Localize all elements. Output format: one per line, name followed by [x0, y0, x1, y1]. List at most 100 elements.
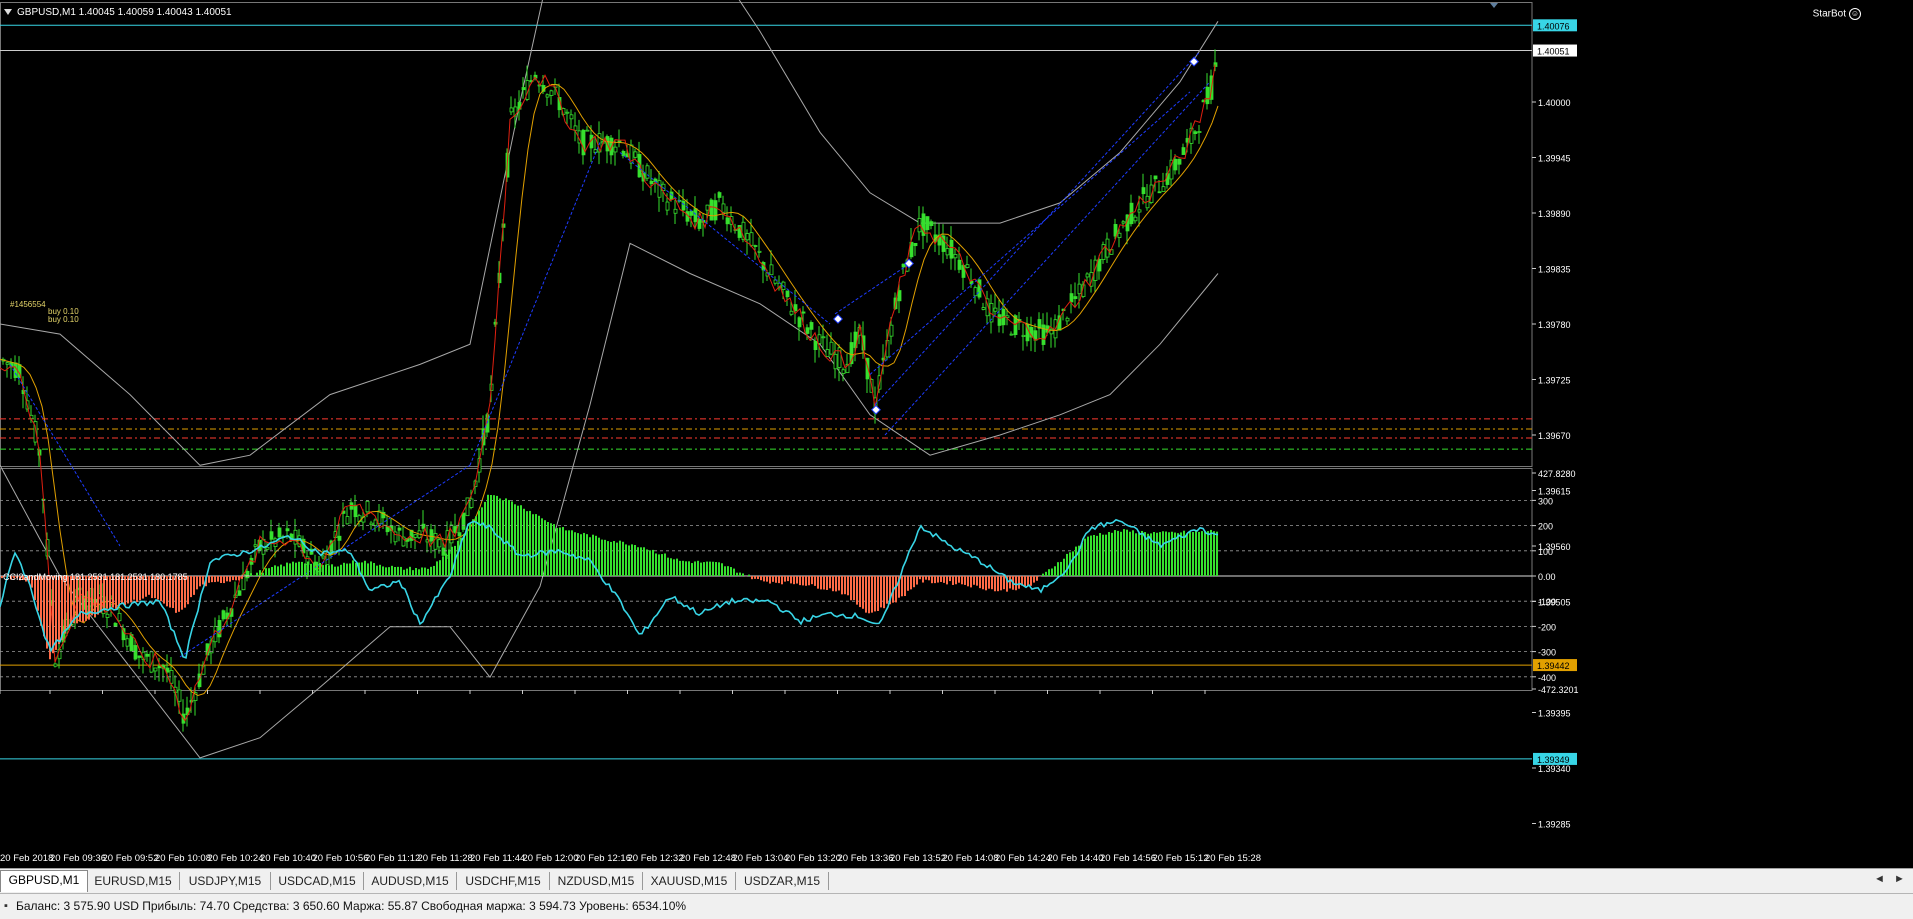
candle-body: [981, 307, 986, 310]
candle-body: [725, 217, 730, 225]
candle-body: [373, 519, 378, 526]
candle-body: [509, 107, 514, 113]
time-axis-label: 20 Feb 14:40: [1048, 853, 1104, 864]
time-axis-label: 20 Feb 11:12: [365, 853, 420, 864]
price-tag-label: 1.40076: [1537, 21, 1570, 31]
trade-arrow-icon: [833, 314, 843, 324]
candle-body: [793, 304, 798, 312]
tab-xauusd-m15[interactable]: XAUUSD,M15: [643, 872, 736, 890]
time-axis-label: 20 Feb 09:52: [103, 853, 159, 864]
time-axis-label: 20 Feb 10:40: [260, 853, 316, 864]
candle-body: [253, 544, 258, 547]
candle-body: [237, 590, 242, 596]
candle-body: [569, 114, 574, 120]
candle-body: [285, 528, 290, 532]
scroll-left-icon[interactable]: ◄: [1874, 873, 1885, 885]
candle-body: [617, 140, 622, 143]
tab-nzdusd-m15[interactable]: NZDUSD,M15: [550, 872, 643, 890]
time-axis-label: 20 Feb 13:20: [785, 853, 841, 864]
time-axis-label: 20 Feb 14:08: [943, 853, 999, 864]
main-frame: [0, 2, 1533, 467]
time-axis-label: 20 Feb 13:52: [890, 853, 946, 864]
candle-body: [1173, 158, 1178, 171]
tab-audusd-m15[interactable]: AUDUSD,M15: [364, 872, 457, 890]
price-axis-label: 1.39835: [1538, 265, 1571, 275]
candle-body: [353, 504, 358, 518]
candle-body: [721, 203, 726, 213]
upper-band-line: [0, 0, 1219, 466]
price-axis-label: 1.39340: [1538, 764, 1571, 774]
candle-body: [697, 218, 702, 229]
candle-body: [657, 180, 662, 198]
candle-body: [841, 369, 846, 374]
candle-body: [913, 242, 918, 247]
cci-axis-label: -200: [1538, 622, 1556, 632]
candle-body: [789, 310, 794, 315]
candle-body: [713, 200, 718, 221]
price-axis-label: 1.39945: [1538, 154, 1571, 164]
candle-body: [1085, 273, 1090, 278]
expert-advisor-label[interactable]: StarBot ☺: [1813, 8, 1861, 20]
tab-usdchf-m15[interactable]: USDCHF,M15: [457, 872, 550, 890]
time-axis-label: 20 Feb 10:56: [313, 853, 369, 864]
candle-body: [397, 527, 402, 531]
candle-body: [673, 208, 678, 214]
chart-canvas[interactable]: 1.401651.401101.400001.399451.398901.398…: [0, 0, 1913, 868]
indicator-values: CCI2andMoving 181.2531 181.2531 180.1785: [3, 572, 188, 582]
candle-body: [337, 535, 342, 541]
tab-eurusd-m15[interactable]: EURUSD,M15: [87, 872, 180, 890]
candle-body: [1181, 147, 1186, 155]
candle-body: [1077, 283, 1082, 295]
time-axis-label: 20 Feb 15:28: [1205, 853, 1261, 864]
time-axis-label: 20 Feb 09:36: [50, 853, 106, 864]
chart-shift-marker: [1490, 3, 1498, 8]
candle-body: [689, 210, 694, 216]
candle-body: [805, 327, 810, 334]
tab-usdcad-m15[interactable]: USDCAD,M15: [271, 872, 364, 890]
candle-body: [1157, 191, 1162, 194]
cci-axis-label: 100: [1538, 547, 1553, 557]
tab-gbpusd-m1[interactable]: GBPUSD,M1: [0, 870, 88, 892]
cci-axis-label: -400: [1538, 673, 1556, 683]
candle-body: [1133, 216, 1138, 222]
candle-body: [953, 254, 958, 259]
cci-axis-label: 427.8280: [1538, 469, 1576, 479]
tab-usdjpy-m15[interactable]: USDJPY,M15: [180, 872, 271, 890]
candle-body: [757, 250, 762, 253]
scroll-right-icon[interactable]: ►: [1894, 873, 1905, 885]
candle-body: [1097, 259, 1102, 272]
trend-line: [469, 142, 601, 466]
candle-body: [1161, 186, 1166, 192]
time-axis-label: 20 Feb 12:16: [575, 853, 631, 864]
chart-menu-icon[interactable]: [4, 9, 12, 16]
candle-body: [889, 324, 894, 337]
chart-window[interactable]: 1.401651.401101.400001.399451.398901.398…: [0, 0, 1913, 868]
candle-body: [165, 667, 170, 673]
candles-group: [1, 49, 1218, 732]
candle-body: [717, 192, 722, 198]
time-axis-label: 20 Feb 14:56: [1100, 853, 1156, 864]
status-bar: ▪ Баланс: 3 575.90 USD Прибыль: 74.70 Ср…: [0, 893, 1913, 919]
candle-body: [277, 527, 282, 538]
candle-body: [565, 111, 570, 114]
candle-body: [1193, 131, 1198, 134]
price-axis-label: 1.39670: [1538, 431, 1571, 441]
trade-label: #1456554: [10, 300, 46, 309]
candle-body: [369, 522, 374, 526]
candle-body: [1177, 158, 1182, 165]
candle-body: [269, 531, 274, 540]
time-axis-label: 20 Feb 14:24: [995, 853, 1051, 864]
price-axis-label: 1.39725: [1538, 376, 1571, 386]
trend-line: [884, 81, 1211, 436]
candle-body: [769, 264, 774, 276]
candle-body: [549, 90, 554, 96]
candle-body: [413, 534, 418, 538]
tab-usdzar-m15[interactable]: USDZAR,M15: [736, 872, 829, 890]
time-axis-label: 20 Feb 13:36: [838, 853, 894, 864]
candle-body: [1069, 293, 1074, 303]
account-status: Баланс: 3 575.90 USD Прибыль: 74.70 Сред…: [16, 899, 687, 913]
candle-body: [613, 146, 618, 153]
status-icon: ▪: [4, 900, 8, 912]
candle-body: [797, 317, 802, 328]
candle-body: [585, 129, 590, 132]
